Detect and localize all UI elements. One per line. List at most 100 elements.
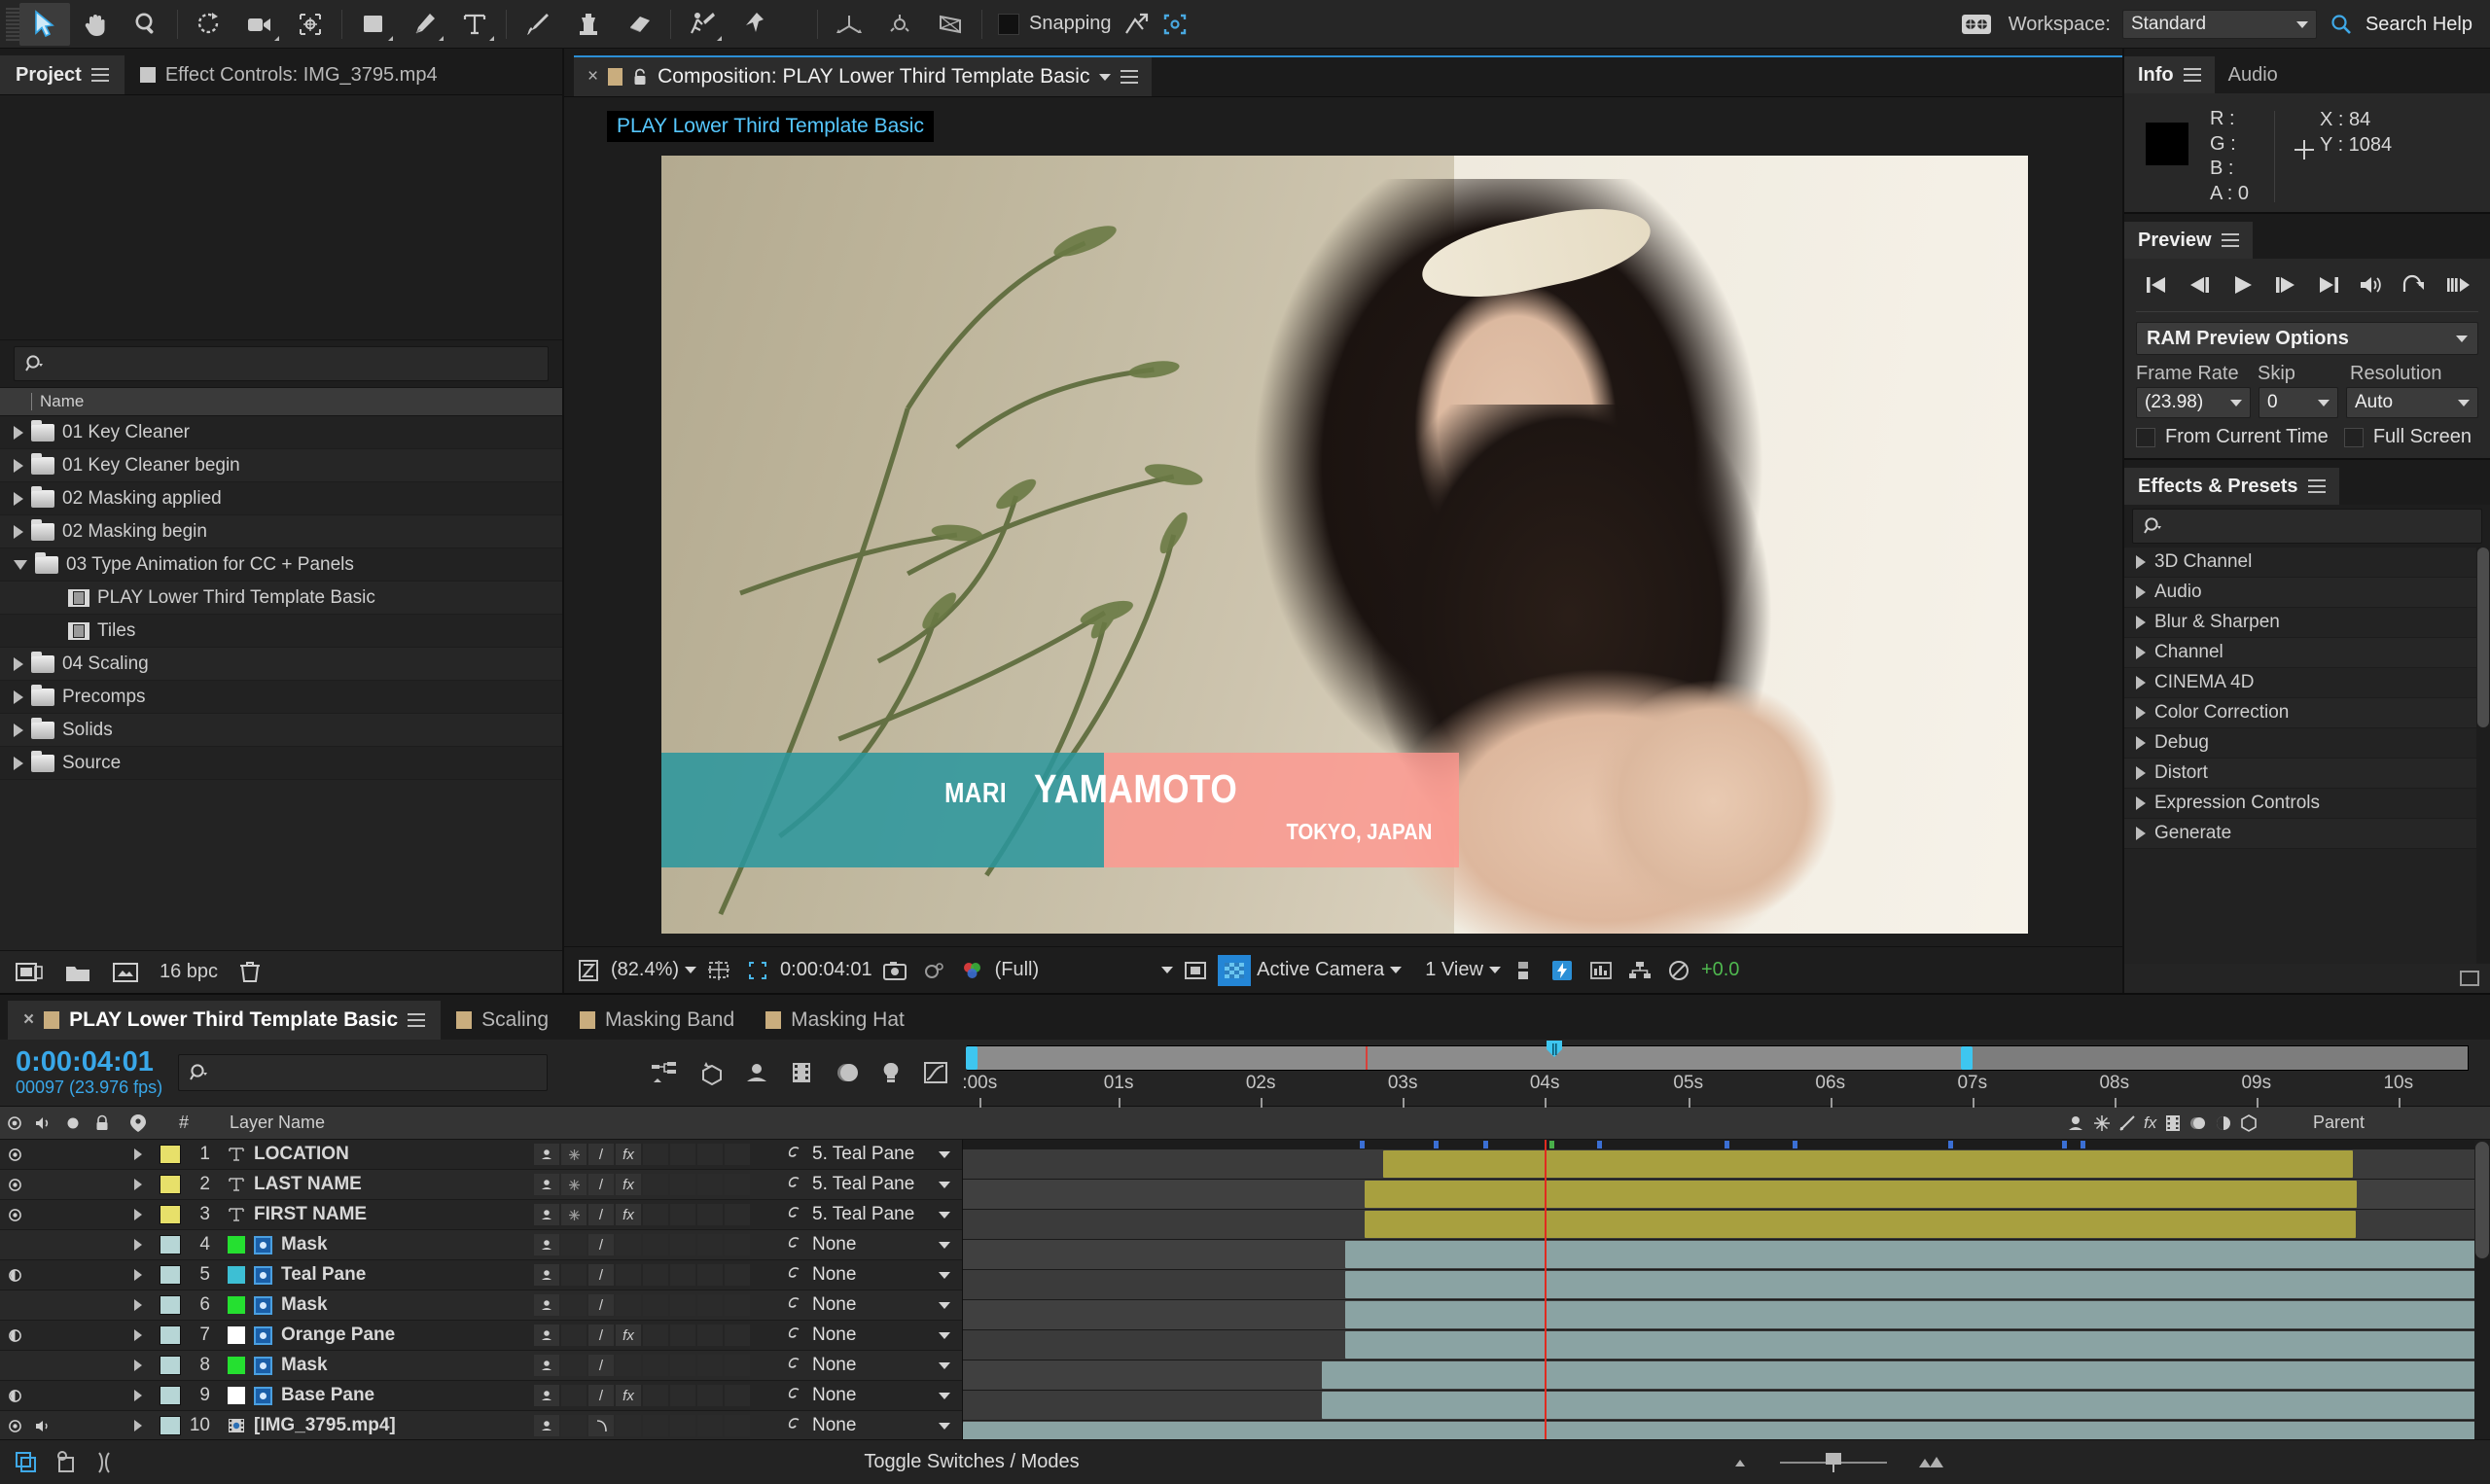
- from-current-time-checkbox[interactable]: [2136, 427, 2155, 447]
- zoom-in-timeline-icon[interactable]: [1916, 1455, 1945, 1470]
- quality-switch[interactable]: /: [588, 1264, 614, 1287]
- layer-lock-toggle[interactable]: [88, 1351, 117, 1380]
- enable-frame-blending-icon[interactable]: [788, 1060, 815, 1085]
- layer-visibility-toggle[interactable]: [0, 1140, 29, 1169]
- world-axis-mode-icon[interactable]: [874, 3, 925, 46]
- tab-timeline-masking-hat[interactable]: Masking Hat: [750, 1001, 920, 1040]
- layer-parent-cell[interactable]: 5. Teal Pane: [777, 1204, 962, 1225]
- frame-blending-switch[interactable]: [643, 1415, 668, 1437]
- layer-lock-toggle[interactable]: [88, 1321, 117, 1350]
- layer-parent-menu[interactable]: 5. Teal Pane: [812, 1144, 962, 1165]
- layer-disclosure-triangle[interactable]: [117, 1411, 160, 1440]
- resolution-select[interactable]: Auto: [2346, 387, 2478, 418]
- layer-parent-menu[interactable]: None: [812, 1355, 962, 1376]
- tab-timeline-scaling[interactable]: Scaling: [441, 1001, 564, 1040]
- project-item-play-lower-third[interactable]: PLAY Lower Third Template Basic: [0, 582, 562, 615]
- layer-lock-toggle[interactable]: [88, 1170, 117, 1199]
- exposure-value[interactable]: +0.0: [1701, 959, 1739, 981]
- zoom-level[interactable]: (82.4%): [611, 959, 679, 981]
- layer-name-cell[interactable]: Mask: [218, 1294, 534, 1316]
- panel-menu-icon[interactable]: [2307, 479, 2326, 493]
- quality-switch[interactable]: /: [588, 1144, 614, 1166]
- frame-blending-switch[interactable]: [643, 1204, 668, 1226]
- table-row[interactable]: 4 Mask / None: [0, 1230, 962, 1261]
- layer-disclosure-triangle[interactable]: [117, 1321, 160, 1350]
- type-tool[interactable]: [449, 3, 500, 46]
- three-d-switch[interactable]: [725, 1264, 750, 1287]
- layer-audio-toggle[interactable]: [29, 1230, 58, 1259]
- new-folder-icon[interactable]: [64, 962, 91, 983]
- effects-switch[interactable]: fx: [616, 1385, 641, 1407]
- disclosure-triangle-icon[interactable]: [14, 689, 23, 704]
- table-row[interactable]: 9 Base Pane / fx None: [0, 1381, 962, 1412]
- project-search-input[interactable]: [14, 346, 549, 381]
- layer-switches[interactable]: /: [534, 1294, 777, 1317]
- adjustment-switch[interactable]: [697, 1174, 723, 1196]
- layer-lock-toggle[interactable]: [88, 1381, 117, 1410]
- shy-switch[interactable]: [534, 1174, 559, 1196]
- layer-visibility-toggle[interactable]: [0, 1170, 29, 1199]
- adjustment-switch[interactable]: [697, 1415, 723, 1437]
- disclosure-triangle-icon[interactable]: [2136, 736, 2146, 750]
- effects-switch[interactable]: [616, 1294, 641, 1317]
- shy-switch[interactable]: [534, 1234, 559, 1256]
- three-d-switch[interactable]: [725, 1204, 750, 1226]
- zoom-out-timeline-icon[interactable]: [1729, 1455, 1751, 1470]
- disclosure-triangle-icon[interactable]: [2136, 827, 2146, 840]
- collapse-transformations-switch[interactable]: [561, 1415, 587, 1437]
- layer-name-cell[interactable]: Teal Pane: [218, 1264, 534, 1286]
- work-area-bar[interactable]: [966, 1044, 2469, 1071]
- project-item-solids[interactable]: Solids: [0, 714, 562, 747]
- collapse-transformations-switch[interactable]: [561, 1204, 587, 1226]
- resolution-value[interactable]: (Full): [995, 959, 1040, 981]
- disclosure-triangle-icon[interactable]: [14, 656, 23, 671]
- effects-switch[interactable]: fx: [616, 1204, 641, 1226]
- brush-tool[interactable]: [513, 3, 563, 46]
- full-screen-checkbox[interactable]: [2343, 427, 2364, 447]
- hide-shy-layers-icon[interactable]: [743, 1060, 770, 1085]
- play-button[interactable]: [2226, 270, 2259, 300]
- layer-visibility-toggle[interactable]: [0, 1321, 29, 1350]
- disclosure-triangle-icon[interactable]: [14, 425, 23, 440]
- three-d-switch[interactable]: [725, 1234, 750, 1256]
- viewer-timecode[interactable]: 0:00:04:01: [780, 959, 872, 981]
- layer-solo-toggle[interactable]: [58, 1230, 88, 1259]
- tab-timeline-play-lower-third[interactable]: × PLAY Lower Third Template Basic: [8, 1000, 442, 1040]
- layer-solo-toggle[interactable]: [58, 1170, 88, 1199]
- layer-switches[interactable]: /: [534, 1234, 777, 1256]
- effects-switch[interactable]: fx: [616, 1174, 641, 1196]
- current-time-indicator[interactable]: [1545, 1140, 1547, 1440]
- three-d-switch[interactable]: [725, 1415, 750, 1437]
- shy-switch[interactable]: [534, 1294, 559, 1317]
- layer-solo-toggle[interactable]: [58, 1290, 88, 1320]
- disclosure-triangle-icon[interactable]: [2136, 555, 2146, 569]
- disclosure-triangle-icon[interactable]: [2136, 766, 2146, 780]
- layer-label-color[interactable]: [160, 1265, 181, 1286]
- layer-parent-cell[interactable]: None: [777, 1264, 962, 1286]
- eraser-tool[interactable]: [614, 3, 664, 46]
- layer-audio-toggle[interactable]: [29, 1321, 58, 1350]
- motion-blur-switch[interactable]: [670, 1144, 695, 1166]
- panel-menu-icon[interactable]: [408, 1012, 426, 1027]
- disclosure-triangle-icon[interactable]: [14, 458, 23, 473]
- adjustment-switch[interactable]: [697, 1385, 723, 1407]
- ram-preview-button[interactable]: [2399, 270, 2432, 300]
- table-row[interactable]: 6 Mask / None: [0, 1290, 962, 1322]
- collapse-transformations-switch[interactable]: [561, 1234, 587, 1256]
- composition-canvas[interactable]: MARI YAMAMOTO TOKYO, JAPAN: [564, 97, 2122, 946]
- layer-solo-toggle[interactable]: [58, 1351, 88, 1380]
- tab-composition[interactable]: × Composition: PLAY Lower Third Template…: [574, 55, 1153, 96]
- layer-lock-toggle[interactable]: [88, 1230, 117, 1259]
- toggle-switches-modes-label[interactable]: Toggle Switches / Modes: [864, 1451, 1079, 1473]
- layer-parent-cell[interactable]: None: [777, 1234, 962, 1255]
- layer-solo-toggle[interactable]: [58, 1260, 88, 1290]
- effects-category-generate[interactable]: Generate: [2124, 819, 2490, 849]
- table-row[interactable]: 8 Mask / None: [0, 1351, 962, 1382]
- shape-tool[interactable]: [348, 3, 399, 46]
- project-item-02-masking-applied[interactable]: 02 Masking applied: [0, 482, 562, 515]
- layer-visibility-toggle[interactable]: [0, 1290, 29, 1320]
- exposure-icon[interactable]: [1662, 955, 1695, 986]
- layer-switches[interactable]: / fx: [534, 1144, 777, 1166]
- graph-editor-toggle-icon[interactable]: [93, 1450, 115, 1475]
- effects-category-cinema-4d[interactable]: CINEMA 4D: [2124, 668, 2490, 698]
